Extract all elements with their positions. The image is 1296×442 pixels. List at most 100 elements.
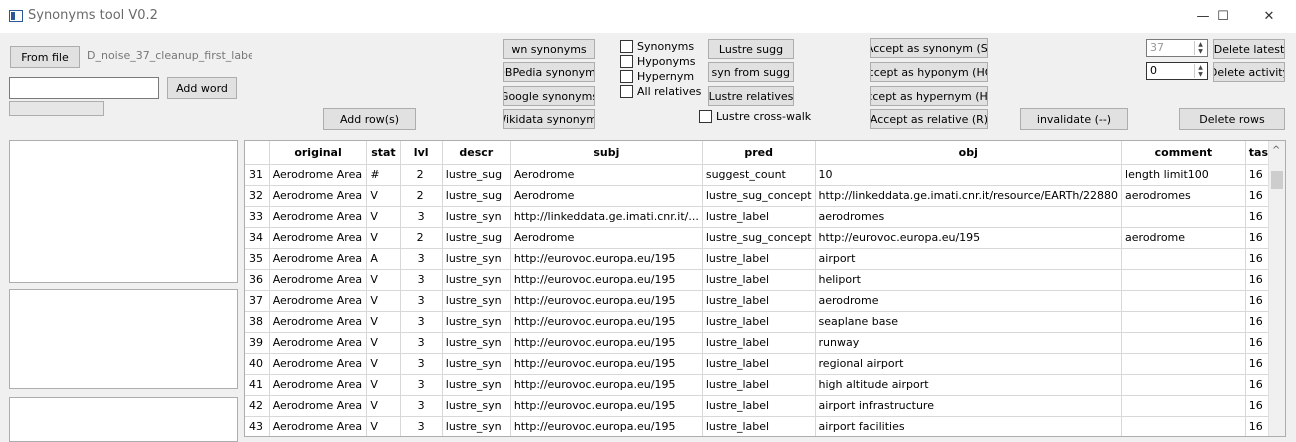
- table-cell[interactable]: lustre_label: [702, 332, 816, 354]
- table-cell[interactable]: 2: [400, 185, 443, 207]
- table-row[interactable]: 31 Aerodrome Area #2 lustre_sug Aerodrome sug…: [245, 164, 1285, 186]
- column-header[interactable]: descr: [442, 141, 511, 165]
- column-header[interactable]: comment: [1121, 141, 1246, 165]
- table-cell[interactable]: A: [366, 248, 401, 270]
- table-cell[interactable]: [1121, 332, 1246, 354]
- table-cell[interactable]: 3: [400, 416, 443, 436]
- column-header[interactable]: original: [269, 141, 368, 165]
- column-header[interactable]: lvl: [400, 141, 443, 165]
- row-number[interactable]: 35: [245, 248, 270, 270]
- table-row[interactable]: 40 Aerodrome Area V 3 lustre_syn http://eurov…: [245, 353, 1285, 375]
- table-cell[interactable]: [1121, 206, 1246, 228]
- scroll-thumb[interactable]: [1271, 171, 1283, 189]
- table-cell[interactable]: Aerodrome Area: [269, 185, 368, 207]
- lustre-relatives-button[interactable]: Lustre relatives: [708, 86, 794, 106]
- table-cell[interactable]: V: [366, 332, 401, 354]
- invalidate-button[interactable]: invalidate (--): [1020, 108, 1128, 130]
- table-cell[interactable]: Aerodrome Area: [269, 353, 368, 375]
- scroll-up-icon[interactable]: ^: [1272, 145, 1280, 156]
- table-row[interactable]: 36 Aerodrome Area V 3 lustre_syn http://eurov…: [245, 269, 1285, 291]
- table-cell[interactable]: high altitude airport: [815, 374, 1123, 396]
- lustre-sugg-button[interactable]: Lustre sugg: [708, 39, 794, 59]
- table-cell[interactable]: lustre_sug: [442, 164, 511, 186]
- table-row[interactable]: 38 Aerodrome Area V 3 lustre_syn http://eurov…: [245, 311, 1285, 333]
- table-cell[interactable]: lustre_syn: [442, 353, 511, 375]
- table-cell[interactable]: 3: [400, 395, 443, 417]
- table-cell[interactable]: lustre_label: [702, 353, 816, 375]
- table-cell[interactable]: Aerodrome Area: [269, 374, 368, 396]
- table-row[interactable]: 41 Aerodrome Area V 3 lustre_syn http://eurov…: [245, 374, 1285, 396]
- table-cell[interactable]: lustre_sug: [442, 227, 511, 249]
- table-cell[interactable]: http://eurovoc.europa.eu/195: [510, 332, 703, 354]
- table-cell[interactable]: lustre_syn: [442, 290, 511, 312]
- table-cell[interactable]: airport infrastructure: [815, 395, 1123, 417]
- table-cell[interactable]: http://eurovoc.europa.eu/195: [510, 395, 703, 417]
- table-cell[interactable]: V: [366, 311, 401, 333]
- delete-latest-button[interactable]: Delete latest: [1213, 39, 1285, 59]
- column-header[interactable]: obj: [815, 141, 1123, 165]
- table-cell[interactable]: http://eurovoc.europa.eu/195: [510, 269, 703, 291]
- table-row[interactable]: 39 Aerodrome Area V 3 lustre_syn http://eurov…: [245, 332, 1285, 354]
- results-panel-1[interactable]: [9, 140, 238, 283]
- table-cell[interactable]: lustre_syn: [442, 269, 511, 291]
- column-header[interactable]: subj: [510, 141, 703, 165]
- add-rows-button[interactable]: Add row(s): [323, 108, 416, 130]
- table-cell[interactable]: 10: [815, 164, 1123, 186]
- table-cell[interactable]: suggest_count: [702, 164, 816, 186]
- table-cell[interactable]: lustre_label: [702, 374, 816, 396]
- table-cell[interactable]: 3: [400, 374, 443, 396]
- checkbox-box[interactable]: [620, 85, 633, 98]
- table-cell[interactable]: 2: [400, 227, 443, 249]
- checkbox-box[interactable]: [620, 55, 633, 68]
- table-cell[interactable]: [1121, 269, 1246, 291]
- table-cell[interactable]: V: [366, 290, 401, 312]
- all-relatives-checkbox[interactable]: All relatives: [620, 85, 701, 98]
- google-synonyms-button[interactable]: Google synonyms: [503, 86, 595, 106]
- data-table[interactable]: original stat lvl descr subj pred obj co…: [244, 140, 1286, 437]
- latest-count-spinbox[interactable]: 37 ▲ ▼: [1146, 39, 1208, 57]
- table-cell[interactable]: http://eurovoc.europa.eu/195: [510, 311, 703, 333]
- table-cell[interactable]: http://eurovoc.europa.eu/195: [510, 353, 703, 375]
- table-cell[interactable]: Aerodrome Area: [269, 332, 368, 354]
- table-cell[interactable]: lustre_label: [702, 395, 816, 417]
- table-cell[interactable]: lustre_label: [702, 248, 816, 270]
- table-cell[interactable]: V: [366, 206, 401, 228]
- row-number[interactable]: 31: [245, 164, 270, 186]
- table-cell[interactable]: 3: [400, 269, 443, 291]
- table-cell[interactable]: http://eurovoc.europa.eu/195: [815, 227, 1123, 249]
- table-cell[interactable]: [1121, 374, 1246, 396]
- table-row[interactable]: 42 Aerodrome Area V 3 lustre_syn http://eurov…: [245, 395, 1285, 417]
- row-number[interactable]: 42: [245, 395, 270, 417]
- table-cell[interactable]: lustre_label: [702, 311, 816, 333]
- table-cell[interactable]: Aerodrome Area: [269, 290, 368, 312]
- table-cell[interactable]: Aerodrome Area: [269, 248, 368, 270]
- table-cell[interactable]: Aerodrome Area: [269, 311, 368, 333]
- maximize-button[interactable]: ☐: [1200, 0, 1246, 32]
- checkbox-box[interactable]: [620, 40, 633, 53]
- table-cell[interactable]: lustre_label: [702, 416, 816, 436]
- results-panel-3[interactable]: [9, 397, 238, 442]
- wn-synonyms-button[interactable]: wn synonyms: [503, 39, 595, 59]
- table-cell[interactable]: Aerodrome: [510, 185, 703, 207]
- table-cell[interactable]: lustre_label: [702, 290, 816, 312]
- table-cell[interactable]: [1121, 311, 1246, 333]
- table-cell[interactable]: lustre_syn: [442, 332, 511, 354]
- results-panel-2[interactable]: [9, 289, 238, 389]
- table-cell[interactable]: lustre_label: [702, 206, 816, 228]
- table-cell[interactable]: 3: [400, 353, 443, 375]
- synonyms-checkbox[interactable]: Synonyms: [620, 40, 694, 53]
- table-cell[interactable]: [1121, 395, 1246, 417]
- table-cell[interactable]: http://eurovoc.europa.eu/195: [510, 374, 703, 396]
- table-cell[interactable]: lustre_syn: [442, 311, 511, 333]
- wikidata-synonyms-button[interactable]: Wikidata synonyms: [503, 109, 595, 129]
- checkbox-box[interactable]: [620, 70, 633, 83]
- table-cell[interactable]: http://eurovoc.europa.eu/195: [510, 416, 703, 436]
- table-cell[interactable]: aerodromes: [815, 206, 1123, 228]
- table-cell[interactable]: V: [366, 185, 401, 207]
- table-row[interactable]: 34 Aerodrome Area V 2 lustre_sug Aerodrome lus…: [245, 227, 1285, 249]
- row-number[interactable]: 37: [245, 290, 270, 312]
- hyponyms-checkbox[interactable]: Hyponyms: [620, 55, 695, 68]
- table-cell[interactable]: airport: [815, 248, 1123, 270]
- close-button[interactable]: ✕: [1246, 0, 1292, 32]
- table-cell[interactable]: Aerodrome Area: [269, 164, 368, 186]
